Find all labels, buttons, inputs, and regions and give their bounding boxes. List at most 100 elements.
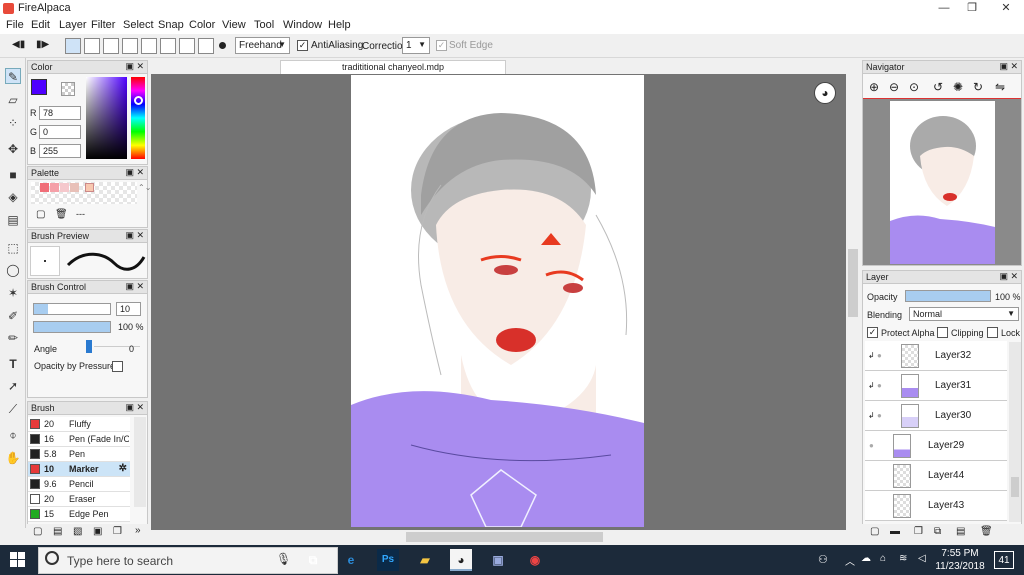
windows-start-icon[interactable] (10, 552, 25, 567)
microphone-icon[interactable]: 🎙 (276, 552, 291, 566)
palette-scroll-icon[interactable]: ⌃⌄ (138, 183, 151, 192)
taskbar-search[interactable]: Type here to search 🎙 (38, 547, 338, 574)
b-input[interactable]: 255 (39, 144, 81, 158)
panel-buttons-icon[interactable]: ▣ ✕ (125, 402, 144, 413)
brush-item[interactable]: 20 Eraser (28, 492, 130, 507)
menu-layer[interactable]: Layer (59, 19, 87, 31)
photoshop-icon[interactable]: Ps (377, 549, 399, 571)
move-tool-icon[interactable]: ✥ (5, 141, 21, 157)
fill-rect-tool-icon[interactable]: ■ (5, 167, 21, 183)
snap-circle-icon[interactable] (160, 38, 176, 54)
new-folder-icon[interactable]: ▬ (890, 526, 900, 537)
dot-tool-icon[interactable]: ⁘ (5, 115, 21, 131)
tray-chevron-icon[interactable]: ︿ (845, 553, 855, 568)
chrome-icon[interactable]: ◉ (524, 549, 546, 571)
flip-icon[interactable]: ⇋ (995, 80, 1005, 94)
brush-item[interactable]: 20 Fluffy (28, 417, 130, 432)
operation-tool-icon[interactable]: ➚ (5, 378, 21, 394)
layer-item[interactable]: Layer44 (865, 461, 1007, 491)
document-tab[interactable]: tradititional chanyeol.mdp (280, 60, 506, 74)
minimize-icon[interactable]: — (930, 0, 958, 17)
delete-layer-icon[interactable]: 🗑 (980, 526, 993, 537)
layer-item[interactable]: ↲ ● Layer30 (865, 401, 1007, 431)
menu-file[interactable]: File (6, 19, 24, 31)
more-icon[interactable]: » (135, 525, 141, 536)
snap-lines-icon[interactable] (122, 38, 138, 54)
add-brush-icon[interactable]: ▢ (33, 526, 42, 537)
hand-tool-icon[interactable]: ✋ (5, 450, 21, 466)
stroke-mode-select[interactable]: Freehand ▼ (235, 37, 290, 54)
menu-snap[interactable]: Snap (158, 19, 184, 31)
menu-filter[interactable]: Filter (91, 19, 115, 31)
rotate-left-icon[interactable]: ↺ (933, 80, 943, 94)
visibility-icon[interactable]: ● (869, 441, 874, 450)
palette-swatch[interactable] (40, 183, 49, 192)
layer-scrollbar[interactable] (1009, 342, 1021, 522)
wifi-icon[interactable]: ≋ (899, 553, 907, 564)
soft-edge-checkbox[interactable]: ✓ (436, 40, 447, 51)
palette-swatch[interactable] (60, 183, 69, 192)
select-tool-icon[interactable]: ⬚ (5, 240, 21, 256)
merge-layer-icon[interactable]: ⧉ (934, 526, 941, 537)
lasso-tool-icon[interactable]: ◯ (5, 262, 21, 278)
hue-handle[interactable] (134, 96, 143, 105)
clock-date[interactable]: 11/23/2018 (934, 561, 986, 572)
visibility-icon[interactable]: ● (877, 381, 882, 390)
menu-edit[interactable]: Edit (31, 19, 50, 31)
layer-item[interactable]: Layer43 (865, 491, 1007, 521)
panel-buttons-icon[interactable]: ▣ ✕ (125, 281, 144, 292)
palette-swatch[interactable] (85, 183, 94, 192)
visibility-icon[interactable]: ● (877, 351, 882, 360)
brush-item[interactable]: 15 Edge Pen (28, 507, 130, 522)
snap-off-icon[interactable] (65, 38, 81, 54)
vertical-scrollbar[interactable] (846, 74, 860, 530)
magic-wand-tool-icon[interactable]: ✶ (5, 285, 21, 301)
divide-tool-icon[interactable]: ⟋ (5, 401, 21, 417)
r-input[interactable]: 78 (39, 106, 81, 120)
horizontal-scroll-thumb[interactable] (406, 532, 603, 542)
size-slider[interactable] (33, 303, 111, 315)
duplicate-layer-icon[interactable]: ❐ (914, 526, 923, 537)
photos-icon[interactable]: ▣ (487, 549, 509, 571)
panel-buttons-icon[interactable]: ▣ ✕ (125, 230, 144, 241)
layer-opacity-slider[interactable] (905, 290, 991, 302)
volume-icon[interactable]: ◁ (918, 553, 926, 564)
correction-select[interactable]: 1 ▼ (402, 37, 430, 54)
people-icon[interactable]: ⚇ (818, 553, 828, 566)
panel-buttons-icon[interactable]: ▣ ✕ (999, 271, 1018, 282)
lock-checkbox[interactable] (987, 327, 998, 338)
import-brush-icon[interactable]: ▣ (93, 526, 102, 537)
color-square[interactable] (86, 77, 127, 159)
file-explorer-icon[interactable]: ▰ (414, 549, 436, 571)
edge-icon[interactable]: e (340, 549, 362, 571)
palette-menu[interactable]: --- (76, 209, 85, 219)
opacity-pressure-checkbox[interactable] (112, 361, 123, 372)
gradient-tool-icon[interactable]: ▤ (5, 212, 21, 228)
vertical-scroll-thumb[interactable] (848, 249, 858, 317)
angle-slider[interactable] (86, 340, 92, 353)
zoom-in-icon[interactable]: ⊕ (869, 80, 879, 94)
horizontal-scrollbar[interactable] (151, 530, 860, 544)
hue-slider[interactable] (131, 77, 145, 159)
brush-item[interactable]: 9.6 Pencil (28, 477, 130, 492)
zoom-out-icon[interactable]: ⊖ (889, 80, 899, 94)
zoom-fit-icon[interactable]: ⊙ (909, 80, 919, 94)
opacity-slider[interactable] (33, 321, 111, 333)
notification-center[interactable]: 41 (994, 551, 1014, 569)
select-eraser-tool-icon[interactable]: ✏ (5, 330, 21, 346)
eraser-tool-icon[interactable]: ▱ (5, 92, 21, 108)
primary-color-swatch[interactable] (31, 79, 47, 95)
clock-time[interactable]: 7:55 PM (938, 548, 982, 559)
prev-icon[interactable]: ◀▮ (12, 39, 25, 50)
delete-palette-icon[interactable]: 🗑 (55, 209, 68, 220)
close-icon[interactable]: ✕ (992, 0, 1020, 17)
maximize-icon[interactable]: ❐ (958, 0, 986, 17)
snap-grid-icon[interactable] (103, 38, 119, 54)
brush-scrollbar[interactable] (134, 417, 146, 507)
g-input[interactable]: 0 (39, 125, 81, 139)
visibility-icon[interactable]: ● (877, 411, 882, 420)
snap-parallel-icon[interactable] (84, 38, 100, 54)
firealpaca-taskbar-icon[interactable]: ◕ (450, 549, 472, 571)
select-pen-tool-icon[interactable]: ✐ (5, 308, 21, 324)
brush-item[interactable]: 16 Pen (Fade In/Ou (28, 432, 130, 447)
